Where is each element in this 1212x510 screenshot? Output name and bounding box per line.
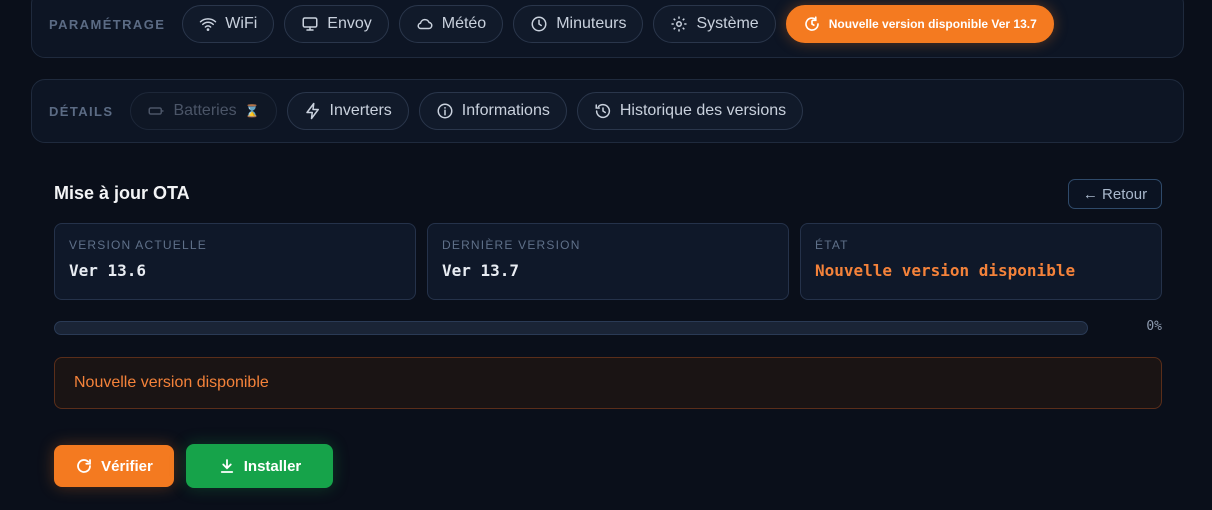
refresh-icon bbox=[77, 459, 92, 473]
settings-section-label: PARAMÉTRAGE bbox=[49, 16, 166, 32]
details-section-label: DÉTAILS bbox=[49, 103, 114, 119]
current-version-value: Ver 13.6 bbox=[69, 261, 147, 280]
tab-inverters[interactable]: Inverters bbox=[286, 92, 409, 130]
latest-version-card: DERNIÈRE VERSION Ver 13.7 bbox=[427, 223, 789, 300]
tab-label: Météo bbox=[441, 15, 487, 32]
tab-batteries: Batteries ⌛ bbox=[130, 92, 277, 130]
battery-icon bbox=[147, 102, 165, 120]
tab-meteo[interactable]: Météo bbox=[398, 5, 504, 43]
hourglass-icon: ⌛ bbox=[244, 104, 260, 118]
download-icon bbox=[220, 459, 233, 473]
update-badge-label: Nouvelle version disponible Ver 13.7 bbox=[828, 17, 1037, 31]
status-message: Nouvelle version disponible bbox=[54, 357, 1162, 409]
verify-label: Vérifier bbox=[101, 457, 153, 475]
history-icon bbox=[594, 102, 612, 120]
monitor-icon bbox=[301, 15, 319, 33]
current-version-card: VERSION ACTUELLE Ver 13.6 bbox=[54, 223, 416, 300]
gear-icon bbox=[670, 15, 688, 33]
card-label: VERSION ACTUELLE bbox=[69, 238, 207, 252]
tab-label: Minuteurs bbox=[556, 15, 627, 32]
card-label: ÉTAT bbox=[815, 238, 849, 252]
tab-label: WiFi bbox=[225, 15, 258, 32]
install-button[interactable]: Installer bbox=[186, 444, 333, 488]
wifi-icon bbox=[199, 15, 217, 33]
update-progress-bar bbox=[54, 321, 1088, 335]
tab-informations[interactable]: Informations bbox=[418, 92, 567, 130]
info-icon bbox=[436, 102, 454, 120]
tab-envoy[interactable]: Envoy bbox=[284, 5, 389, 43]
settings-nav: PARAMÉTRAGE WiFi Envoy Météo Minuteurs S… bbox=[31, 0, 1184, 58]
update-available-badge[interactable]: Nouvelle version disponible Ver 13.7 bbox=[785, 5, 1054, 43]
refresh-clock-icon bbox=[803, 15, 821, 33]
details-nav: DÉTAILS Batteries ⌛ Inverters Informatio… bbox=[31, 79, 1184, 143]
tab-label: Informations bbox=[461, 102, 550, 119]
status-value: Nouvelle version disponible bbox=[815, 261, 1076, 280]
tab-label: Historique des versions bbox=[619, 102, 787, 119]
tab-systeme[interactable]: Système bbox=[653, 5, 776, 43]
tab-label: Batteries bbox=[173, 102, 237, 119]
cloud-icon bbox=[416, 15, 434, 33]
lightning-icon bbox=[304, 102, 322, 120]
latest-version-value: Ver 13.7 bbox=[442, 261, 520, 280]
tab-label: Envoy bbox=[327, 15, 372, 32]
tab-wifi[interactable]: WiFi bbox=[182, 5, 275, 43]
verify-button[interactable]: Vérifier bbox=[54, 445, 174, 487]
install-label: Installer bbox=[243, 457, 302, 475]
progress-percent: 0% bbox=[1146, 319, 1162, 334]
status-card: ÉTAT Nouvelle version disponible bbox=[800, 223, 1162, 300]
tab-minuteurs[interactable]: Minuteurs bbox=[513, 5, 644, 43]
tab-label: Inverters bbox=[329, 102, 392, 119]
tab-label: Système bbox=[696, 15, 759, 32]
clock-icon bbox=[530, 15, 548, 33]
tab-historique[interactable]: Historique des versions bbox=[576, 92, 804, 130]
back-button[interactable]: ← Retour bbox=[1068, 179, 1162, 209]
page-title: Mise à jour OTA bbox=[54, 183, 190, 203]
card-label: DERNIÈRE VERSION bbox=[442, 238, 581, 252]
